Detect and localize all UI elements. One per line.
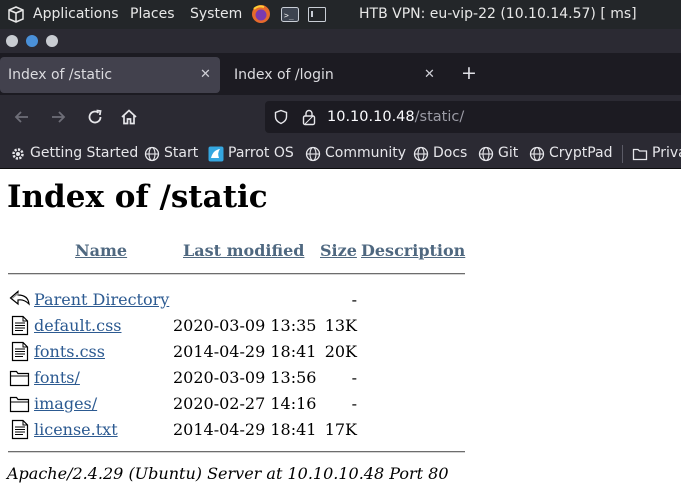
url-host: 10.10.10.48: [327, 109, 415, 125]
file-modified: 2014-04-29 18:41: [173, 420, 317, 439]
table-row: images/ 2020-02-27 14:16 -: [0, 390, 681, 416]
globe-icon: [413, 146, 429, 161]
bookmark-parrot-os[interactable]: Parrot OS: [208, 139, 294, 168]
back-arrow-icon: [9, 289, 31, 310]
url-text[interactable]: 10.10.10.48/static/: [327, 101, 464, 133]
bookmark-separator: [622, 145, 623, 163]
firefox-icon[interactable]: [250, 3, 272, 25]
globe-icon: [305, 146, 321, 161]
shield-icon[interactable]: [273, 109, 289, 129]
folder-icon: [9, 367, 31, 388]
tab-strip: Index of /static ✕ Index of /login ✕ +: [0, 53, 681, 95]
places-menu[interactable]: Places: [130, 0, 175, 29]
column-header-size[interactable]: Size: [320, 241, 357, 260]
system-panel: Applications Places System >_ HTB VPN: e…: [0, 0, 681, 29]
bookmark-docs[interactable]: Docs: [413, 139, 467, 168]
file-size: -: [351, 368, 357, 387]
header-rule: [8, 273, 465, 275]
column-header-description[interactable]: Description: [361, 241, 465, 260]
new-tab-button[interactable]: +: [458, 63, 480, 85]
home-icon[interactable]: [118, 106, 140, 128]
bookmark-label: Getting Started: [30, 145, 139, 161]
bookmark-cryptpad[interactable]: CryptPad: [529, 139, 612, 168]
file-modified: 2020-03-09 13:35: [173, 316, 317, 335]
window-icon[interactable]: [308, 7, 326, 22]
bookmark-start[interactable]: Start: [144, 139, 198, 168]
bookmark-folder-private[interactable]: Priva: [632, 139, 681, 168]
folder-icon: [9, 393, 31, 414]
close-window-button[interactable]: [6, 35, 18, 47]
file-size: 17K: [324, 420, 357, 439]
vpn-status: HTB VPN: eu-vip-22 (10.10.14.57) [ ms]: [359, 6, 637, 22]
tab-index-static[interactable]: Index of /static ✕: [0, 57, 220, 93]
file-size: 20K: [324, 342, 357, 361]
file-size: -: [351, 394, 357, 413]
back-arrow-icon[interactable]: [11, 106, 33, 128]
page-title: Index of /static: [7, 179, 268, 215]
tab-label: Index of /login: [234, 67, 334, 83]
bookmark-community[interactable]: Community: [305, 139, 406, 168]
globe-icon: [478, 146, 494, 161]
text-file-icon: [9, 341, 31, 362]
lock-icon[interactable]: [302, 109, 316, 130]
globe-icon: [529, 146, 545, 161]
file-link[interactable]: images/: [34, 394, 97, 413]
bookmark-git[interactable]: Git: [478, 139, 518, 168]
file-modified: 2020-03-09 13:56: [173, 368, 317, 387]
file-link[interactable]: fonts/: [34, 368, 80, 387]
file-modified: 2020-02-27 14:16: [173, 394, 317, 413]
url-path: /static/: [414, 109, 465, 125]
file-link[interactable]: license.txt: [34, 420, 118, 439]
file-size: 13K: [324, 316, 357, 335]
file-link[interactable]: default.css: [34, 316, 122, 335]
system-menu[interactable]: System: [190, 0, 242, 29]
table-row: Parent Directory -: [0, 286, 681, 312]
bookmarks-toolbar: Getting Started Start Parrot OS Communit…: [0, 139, 681, 169]
parrot-icon: [208, 146, 224, 161]
bookmark-label: CryptPad: [549, 145, 613, 161]
tab-label: Index of /static: [8, 67, 113, 83]
minimize-window-button[interactable]: [26, 35, 38, 47]
bookmark-label: Community: [325, 145, 407, 161]
folder-icon: [632, 148, 648, 160]
page-content: Index of /static Name Last modified Size…: [0, 169, 681, 502]
bookmark-label: Parrot OS: [228, 145, 294, 161]
file-modified: 2014-04-29 18:41: [173, 342, 317, 361]
gear-icon: [12, 147, 24, 160]
table-row: fonts/ 2020-03-09 13:56 -: [0, 364, 681, 390]
table-row: default.css 2020-03-09 13:35 13K: [0, 312, 681, 338]
maximize-window-button[interactable]: [46, 35, 58, 47]
applications-menu[interactable]: Applications: [33, 0, 119, 29]
terminal-icon[interactable]: >_: [281, 7, 299, 22]
bookmark-label: Docs: [433, 145, 468, 161]
svg-text:>_: >_: [284, 11, 294, 20]
close-icon[interactable]: ✕: [424, 57, 435, 93]
applications-icon[interactable]: [6, 5, 26, 23]
reload-icon[interactable]: [84, 106, 106, 128]
window-titlebar: [0, 29, 681, 53]
forward-arrow-icon[interactable]: [47, 106, 69, 128]
column-header-name[interactable]: Name: [75, 241, 127, 260]
footer-rule: [8, 451, 465, 453]
bookmark-label: Git: [498, 145, 519, 161]
column-header-last-modified[interactable]: Last modified: [183, 241, 304, 260]
globe-icon: [144, 146, 160, 161]
file-link[interactable]: Parent Directory: [34, 290, 169, 309]
url-bar[interactable]: 10.10.10.48/static/: [265, 101, 681, 133]
server-signature: Apache/2.4.29 (Ubuntu) Server at 10.10.1…: [7, 464, 449, 483]
file-link[interactable]: fonts.css: [34, 342, 105, 361]
bookmark-label: Priva: [652, 145, 681, 161]
file-size: -: [351, 290, 357, 309]
tab-index-login[interactable]: Index of /login ✕: [226, 57, 446, 93]
text-file-icon: [9, 315, 31, 336]
table-row: license.txt 2014-04-29 18:41 17K: [0, 416, 681, 442]
close-icon[interactable]: ✕: [200, 57, 211, 93]
text-file-icon: [9, 419, 31, 440]
bookmark-getting-started[interactable]: Getting Started: [10, 139, 138, 168]
table-row: fonts.css 2014-04-29 18:41 20K: [0, 338, 681, 364]
bookmark-label: Start: [164, 145, 199, 161]
